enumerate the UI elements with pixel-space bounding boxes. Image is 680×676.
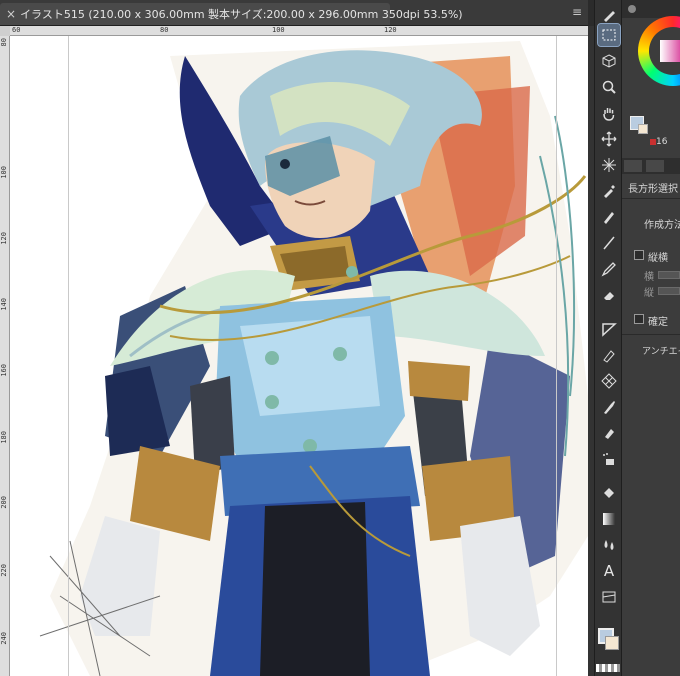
divider [622, 334, 680, 335]
panel-sub-color[interactable] [638, 124, 648, 134]
ruler-label: 200 [0, 496, 8, 509]
blend-tool[interactable] [598, 422, 620, 444]
frame-tool[interactable] [598, 586, 620, 608]
brush-size-value: 16 [656, 137, 668, 147]
magic-wand-icon [602, 158, 616, 172]
pencil-tool[interactable] [598, 258, 620, 280]
sub-tab-brush[interactable] [646, 160, 664, 172]
ruler-label: 160 [0, 364, 8, 377]
cube-icon [602, 54, 616, 68]
property-panel: 16 長方形選択 作成方法 縦横 横 縦 確定 アンチエイ [622, 0, 680, 676]
blend-icon [605, 429, 614, 439]
height-label: 縦 [644, 288, 654, 299]
panel-icon[interactable] [628, 5, 636, 13]
guide-line [556, 36, 557, 676]
line-tool[interactable] [598, 232, 620, 254]
ruler-label: 60 [12, 26, 21, 34]
diamond-grid-icon [601, 373, 617, 389]
rect-select-tool[interactable] [597, 23, 621, 47]
ruler-label: 100 [272, 26, 285, 34]
height-field[interactable] [658, 287, 680, 295]
droplets-icon [604, 540, 614, 550]
brush-icon [604, 401, 615, 414]
document-tab-bar: × イラスト515 (210.00 x 306.00mm 製本サイズ:200.0… [0, 0, 588, 26]
move-tool[interactable] [598, 128, 620, 150]
create-method-label: 作成方法 [644, 220, 680, 231]
cross-arrows-icon [601, 131, 617, 147]
hand-tool[interactable] [598, 102, 620, 124]
drawing-canvas[interactable] [10, 36, 588, 676]
illustration-artwork [39, 41, 588, 676]
vector-pen-icon [603, 350, 615, 363]
vector-tool[interactable] [598, 344, 620, 366]
ruler-corner [0, 26, 10, 36]
sub-color-swatch[interactable] [605, 636, 619, 650]
guide-line [68, 36, 69, 676]
auto-select-tool[interactable] [598, 154, 620, 176]
bucket-icon [604, 488, 614, 498]
ruler-label: 120 [0, 232, 8, 245]
ruler-label: 140 [0, 298, 8, 311]
color-swatches[interactable] [594, 624, 622, 676]
ruler-tool[interactable] [598, 318, 620, 340]
zoom-tool[interactable] [598, 76, 620, 98]
gradient-square-icon [603, 513, 615, 525]
pen-tool[interactable] [598, 206, 620, 228]
transparent-color-swatch[interactable] [596, 664, 620, 672]
ruler-label: 120 [384, 26, 397, 34]
vertical-ruler[interactable]: 80 100 120 140 160 180 200 220 240 [0, 36, 10, 676]
dotted-rectangle-icon [602, 29, 616, 41]
pen-nib-icon [604, 212, 614, 224]
document-title: イラスト515 (210.00 x 306.00mm 製本サイズ:200.00 … [20, 8, 463, 21]
close-tab-icon[interactable]: × [6, 7, 16, 21]
eraser-icon [604, 292, 614, 300]
tool-property-title: 長方形選択 [628, 184, 678, 195]
width-field[interactable] [658, 271, 680, 279]
triangle-ruler-icon [602, 323, 617, 337]
pencil-icon [601, 262, 616, 277]
antialias-label: アンチエイ [642, 347, 680, 357]
brush-tool[interactable] [598, 396, 620, 418]
gradient-tool[interactable] [598, 508, 620, 530]
tool-palette-menu-icon[interactable] [598, 4, 620, 26]
eyedropper-icon [604, 185, 615, 198]
ruler-label: 80 [160, 26, 169, 34]
airbrush-icon [603, 453, 614, 465]
pattern-tool[interactable] [598, 370, 620, 392]
ruler-label: 220 [0, 564, 8, 577]
fill-tool[interactable] [598, 482, 620, 504]
blur-tool[interactable] [598, 534, 620, 556]
text-tool[interactable]: A [598, 560, 620, 582]
tool-palette: A [594, 0, 622, 676]
airbrush-tool[interactable] [598, 448, 620, 470]
horizontal-ruler[interactable]: 60 80 100 120 [10, 26, 588, 36]
confirm-checkbox[interactable] [634, 314, 644, 324]
letter-a-icon: A [603, 562, 615, 580]
ruler-label: 100 [0, 166, 8, 179]
eyedropper-tool[interactable] [598, 180, 620, 202]
object-tool[interactable] [598, 50, 620, 72]
slash-icon [603, 236, 615, 250]
confirm-label: 確定 [648, 317, 668, 328]
panel-sub-tabs [622, 158, 680, 174]
hand-icon [603, 108, 615, 121]
width-label: 横 [644, 272, 654, 283]
sub-tab-tool[interactable] [624, 160, 642, 172]
saturation-square[interactable] [660, 40, 680, 62]
document-tab[interactable]: × イラスト515 (210.00 x 306.00mm 製本サイズ:200.0… [0, 3, 463, 25]
aspect-label: 縦横 [648, 253, 668, 264]
ruler-label: 240 [0, 632, 8, 645]
frame-icon [602, 591, 616, 603]
tab-menu-icon[interactable]: ≡ [572, 5, 582, 19]
eraser-tool[interactable] [598, 284, 620, 306]
aspect-checkbox[interactable] [634, 250, 644, 260]
magnifier-icon [602, 80, 616, 94]
ruler-label: 180 [0, 431, 8, 444]
divider [622, 198, 680, 199]
ruler-label: 80 [0, 38, 8, 47]
